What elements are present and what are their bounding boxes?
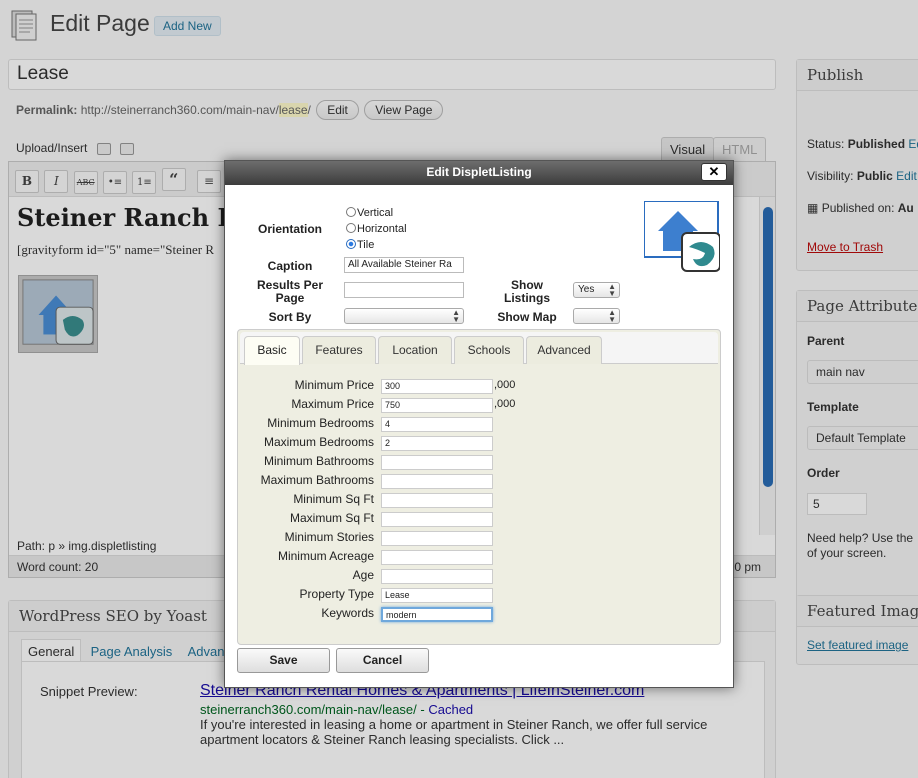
minimum-bathrooms-input[interactable] <box>381 455 493 470</box>
minimum-sq-ft-input[interactable] <box>381 493 493 508</box>
orientation-vertical-radio[interactable]: Vertical <box>346 207 393 219</box>
tab-features[interactable]: Features <box>302 336 376 364</box>
minimum-stories-label: Minimum Stories <box>284 530 374 544</box>
dialog-title: Edit DispletListing <box>225 161 733 185</box>
minimum-bedrooms-label: Minimum Bedrooms <box>267 416 374 430</box>
caption-label: Caption <box>267 259 313 273</box>
keywords-label: Keywords <box>321 606 374 620</box>
tab-strip: Basic Features Location Schools Advanced <box>240 332 718 365</box>
close-icon[interactable]: ✕ <box>701 163 727 181</box>
orientation-horizontal-radio[interactable]: Horizontal <box>346 223 407 235</box>
keywords-input[interactable]: modern <box>381 607 493 622</box>
show-map-select[interactable]: ▲ ▼ <box>573 308 620 324</box>
minimum-acreage-label: Minimum Acreage <box>277 549 374 563</box>
tab-basic[interactable]: Basic <box>244 336 300 365</box>
age-label: Age <box>352 568 374 582</box>
maximum-bathrooms-label: Maximum Bathrooms <box>260 473 374 487</box>
results-per-page-input[interactable] <box>344 282 464 298</box>
show-listings-label: Show Listings <box>503 278 550 305</box>
minimum-price-label: Minimum Price <box>294 378 374 392</box>
sort-by-select[interactable]: ▲ ▼ <box>344 308 464 324</box>
orientation-tile-radio[interactable]: Tile <box>346 239 374 251</box>
maximum-bedrooms-input[interactable]: 2 <box>381 436 493 451</box>
show-map-label: Show Map <box>497 310 557 324</box>
results-per-page-label: Results Per Page <box>256 278 324 305</box>
cancel-button[interactable]: Cancel <box>336 648 429 673</box>
tab-location[interactable]: Location <box>378 336 452 364</box>
minimum-acreage-input[interactable] <box>381 550 493 565</box>
minimum-bathrooms-label: Minimum Bathrooms <box>263 454 374 468</box>
show-listings-value: Yes <box>578 284 595 295</box>
updown-arrow-icon: ▲ ▼ <box>608 308 616 324</box>
updown-arrow-icon: ▲ ▼ <box>452 308 460 324</box>
tab-advanced[interactable]: Advanced <box>526 336 602 364</box>
maximum-price-label: Maximum Price <box>291 397 374 411</box>
property-type-input[interactable]: Lease <box>381 588 493 603</box>
sort-by-label: Sort By <box>268 310 312 324</box>
maximum-price-suffix: ,000 <box>494 398 516 410</box>
maximum-sq-ft-input[interactable] <box>381 512 493 527</box>
maximum-price-input[interactable]: 750 <box>381 398 493 413</box>
updown-arrow-icon: ▲ ▼ <box>608 282 616 298</box>
tab-schools[interactable]: Schools <box>454 336 524 364</box>
filter-tabs: Basic Features Location Schools Advanced… <box>237 329 721 645</box>
minimum-bedrooms-input[interactable]: 4 <box>381 417 493 432</box>
minimum-stories-input[interactable] <box>381 531 493 546</box>
minimum-price-input[interactable]: 300 <box>381 379 493 394</box>
orientation-tile-label: Tile <box>357 239 375 251</box>
house-pin-icon <box>644 201 720 272</box>
orientation-vertical-label: Vertical <box>357 207 394 219</box>
show-listings-select[interactable]: Yes ▲ ▼ <box>573 282 620 298</box>
orientation-horizontal-label: Horizontal <box>357 223 407 235</box>
maximum-sq-ft-label: Maximum Sq Ft <box>289 511 374 525</box>
caption-input[interactable]: All Available Steiner Ra <box>344 257 464 273</box>
save-button[interactable]: Save <box>237 648 330 673</box>
age-input[interactable] <box>381 569 493 584</box>
edit-displetlisting-dialog: Edit DispletListing ✕ Orientation Vertic… <box>224 160 734 688</box>
minimum-price-suffix: ,000 <box>494 379 516 391</box>
radio-icon <box>346 207 356 217</box>
property-type-label: Property Type <box>299 587 374 601</box>
maximum-bedrooms-label: Maximum Bedrooms <box>263 435 374 449</box>
radio-icon <box>346 223 356 233</box>
maximum-bathrooms-input[interactable] <box>381 474 493 489</box>
minimum-sq-ft-label: Minimum Sq Ft <box>293 492 374 506</box>
orientation-label: Orientation <box>257 222 322 236</box>
radio-selected-icon <box>346 239 356 249</box>
